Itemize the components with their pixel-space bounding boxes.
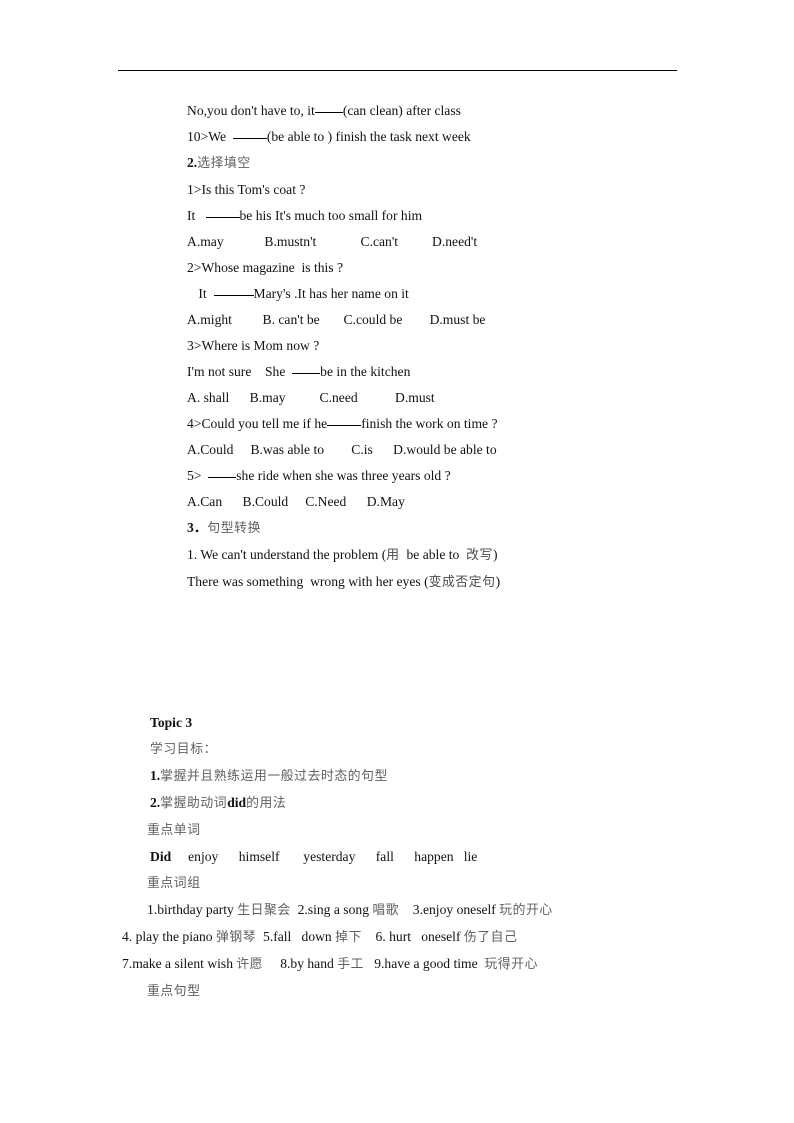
key-words-heading: 重点单词 — [0, 817, 794, 844]
phrase-en: 6. hurt oneself — [361, 929, 464, 944]
instruction-cn: 用 — [386, 548, 400, 563]
heading-label-cn: 句型转换 — [207, 521, 261, 536]
question-5-stem: 5> she ride when she was three years old… — [0, 463, 794, 489]
learning-goals-heading: 学习目标： — [0, 736, 794, 763]
phrase-en: 9.have a good time — [364, 956, 485, 971]
exercise-line-9-answer: No,you don't have to, it (can clean) afte… — [0, 98, 794, 124]
phrase-en: 5.fall down — [256, 929, 336, 944]
key-words-label-cn: 重点单词 — [147, 823, 201, 838]
learning-goal-1: 1.掌握并且熟练运用一般过去时态的句型 — [0, 763, 794, 790]
question-3-stem: 3>Where is Mom now ? — [187, 338, 320, 353]
goal-text-cn: 掌握并且熟练运用一般过去时态的句型 — [160, 769, 388, 784]
line-text: No,you don't have to, it — [187, 103, 315, 118]
question-1-options: A.may B.mustn't C.can't D.need't — [187, 234, 478, 249]
question-1-stem-line2: It be his It's much too small for him — [0, 203, 794, 229]
line-text-post: ) — [495, 574, 501, 589]
question-2-stem-line2: It Mary's .It has her name on it — [0, 281, 794, 307]
fill-blank — [314, 112, 343, 113]
instruction-cn-2: 改写 — [466, 548, 493, 563]
line-text: 4>Could you tell me if he — [187, 416, 328, 431]
exercises-section: No,you don't have to, it (can clean) afte… — [0, 98, 794, 596]
goal-text-cn-post: 的用法 — [246, 796, 287, 811]
header-rule — [118, 70, 677, 71]
phrase-en: 2.sing a song — [290, 902, 373, 917]
line-text: 10>We — [187, 129, 233, 144]
fill-blank — [232, 138, 267, 139]
line-text-mid: be able to — [399, 547, 467, 562]
question-4-options: A.Could B.was able to C.is D.would be ab… — [187, 442, 497, 457]
line-text: 5> — [187, 468, 209, 483]
key-phrases-row-2: 4. play the piano 弹钢琴 5.fall down 掉下 6. … — [0, 924, 794, 951]
phrase-en: 4. play the piano — [122, 929, 217, 944]
heading-number: 2. — [187, 155, 198, 170]
key-phrases-row-1: 1.birthday party 生日聚会 2.sing a song 唱歌 3… — [0, 897, 794, 924]
transform-item-1: 1. We can't understand the problem (用 be… — [0, 542, 794, 569]
key-sentences-heading: 重点句型 — [0, 978, 794, 1005]
line-text-post: ) — [492, 547, 498, 562]
fill-blank — [213, 295, 254, 296]
line-text-post: finish the work on time ? — [361, 416, 498, 431]
phrase-en: 1.birthday party — [147, 902, 238, 917]
phrase-cn: 唱歌 — [372, 903, 400, 918]
key-phrases-label-cn: 重点词组 — [147, 876, 201, 891]
fill-blank — [292, 373, 321, 374]
phrase-cn: 许愿 — [236, 957, 264, 972]
line-text-post: (be able to ) finish the task next week — [266, 129, 471, 144]
heading-multiple-choice: 2.选择填空 — [0, 150, 794, 177]
heading-number: 3． — [187, 520, 208, 535]
line-text-post: (can clean) after class — [342, 103, 461, 118]
phrase-en: 7.make a silent wish — [122, 956, 237, 971]
phrase-cn: 伤了自己 — [463, 930, 518, 945]
phrase-en: 8.by hand — [263, 956, 338, 971]
question-4-stem: 4>Could you tell me if he finish the work… — [0, 411, 794, 437]
learning-goals-label-cn: 学习目标： — [150, 742, 217, 757]
key-sentences-label-cn: 重点句型 — [147, 984, 201, 999]
fill-blank — [205, 217, 240, 218]
topic3-section: Topic 3 学习目标： 1.掌握并且熟练运用一般过去时态的句型 2.掌握助动… — [0, 710, 794, 1005]
goal-text-cn-pre: 掌握助动词 — [160, 796, 228, 811]
topic3-title: Topic 3 — [150, 715, 193, 730]
goal-number: 1. — [150, 768, 161, 783]
question-3-options: A. shall B.may C.need D.must — [187, 390, 435, 405]
key-words-list: Did enjoy himself yesterday fall happen … — [0, 844, 794, 870]
phrase-en: 3.enjoy oneself — [399, 902, 500, 917]
instruction-cn: 变成否定句 — [428, 575, 496, 590]
phrase-cn: 玩的开心 — [499, 903, 553, 918]
line-text-post: be in the kitchen — [320, 364, 411, 379]
heading-sentence-transform: 3．句型转换 — [0, 515, 794, 542]
key-word-did: Did — [150, 849, 172, 864]
line-text-post: she ride when she was three years old ? — [236, 468, 451, 483]
goal-number: 2. — [150, 795, 161, 810]
question-3-stem-line2: I'm not sure She be in the kitchen — [0, 359, 794, 385]
question-1-stem: 1>Is this Tom's coat ? — [187, 182, 306, 197]
line-text: 1. We can't understand the problem ( — [187, 547, 387, 562]
transform-item-2: There was something wrong with her eyes … — [0, 569, 794, 596]
key-phrases-row-3: 7.make a silent wish 许愿 8.by hand 手工 9.h… — [0, 951, 794, 978]
fill-blank — [327, 425, 362, 426]
phrase-cn: 玩得开心 — [484, 957, 539, 972]
phrase-cn: 掉下 — [335, 930, 362, 945]
goal-keyword: did — [227, 795, 247, 810]
learning-goal-2: 2.掌握助动词did的用法 — [0, 790, 794, 817]
line-text: There was something wrong with her eyes … — [187, 574, 429, 589]
key-phrases-heading: 重点词组 — [0, 870, 794, 897]
fill-blank — [208, 477, 237, 478]
phrase-cn: 生日聚会 — [237, 903, 291, 918]
question-5-options: A.Can B.Could C.Need D.May — [187, 494, 405, 509]
phrase-cn: 手工 — [337, 957, 365, 972]
line-text-post: be his It's much too small for him — [239, 208, 423, 223]
question-2-options: A.might B. can't be C.could be D.must be — [187, 312, 486, 327]
key-words-rest: enjoy himself yesterday fall happen lie — [171, 849, 478, 864]
line-text: I'm not sure She — [187, 364, 293, 379]
exercise-line-10: 10>We (be able to ) finish the task next… — [0, 124, 794, 150]
line-text-post: Mary's .It has her name on it — [253, 286, 409, 301]
line-text: It — [195, 286, 214, 301]
document-page: No,you don't have to, it (can clean) afte… — [0, 0, 794, 1123]
heading-label-cn: 选择填空 — [197, 156, 251, 171]
question-2-stem: 2>Whose magazine is this ? — [187, 260, 344, 275]
line-text: It — [187, 208, 206, 223]
phrase-cn: 弹钢琴 — [216, 930, 257, 945]
